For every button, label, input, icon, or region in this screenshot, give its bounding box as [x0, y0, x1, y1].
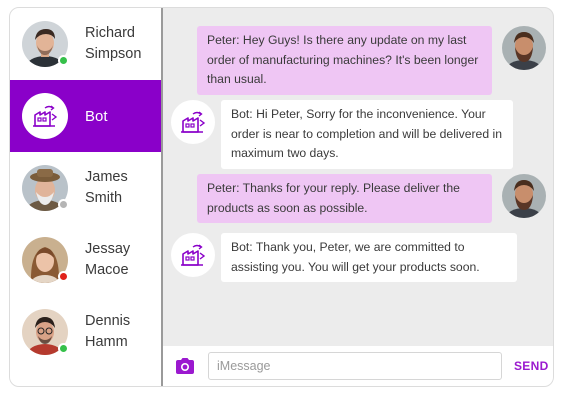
chat-panel: Peter: Hey Guys! Is there any update on …: [163, 8, 553, 386]
avatar-wrap: [22, 165, 69, 211]
message-bubble: Bot: Thank you, Peter, we are committed …: [221, 233, 517, 282]
send-button[interactable]: SEND: [514, 359, 549, 373]
avatar-wrap: [22, 309, 69, 355]
contact-richard-simpson[interactable]: Richard Simpson: [10, 8, 161, 80]
message-bubble: Peter: Hey Guys! Is there any update on …: [197, 26, 492, 95]
factory-bot-icon: [22, 93, 68, 139]
peter-avatar: [502, 26, 546, 70]
status-online-dot: [58, 55, 69, 66]
contact-name: Jessay Macoe: [85, 241, 131, 278]
avatar-wrap: [22, 21, 69, 67]
contact-bot[interactable]: Bot: [10, 80, 161, 152]
contact-name: Bot: [85, 107, 108, 125]
factory-bot-icon: [171, 100, 215, 144]
composer-bar: SEND: [163, 346, 553, 386]
camera-icon[interactable]: [173, 354, 197, 378]
status-online-dot: [58, 343, 69, 354]
message-user: Peter: Thanks for your reply. Please del…: [197, 174, 546, 223]
contact-dennis-hamm[interactable]: Dennis Hamm: [10, 296, 161, 368]
message-bot: Bot: Hi Peter, Sorry for the inconvenien…: [171, 100, 513, 169]
message-bubble: Bot: Hi Peter, Sorry for the inconvenien…: [221, 100, 513, 169]
contact-name: Richard Simpson: [85, 25, 142, 62]
status-busy-dot: [58, 271, 69, 282]
status-offline-dot: [58, 199, 69, 210]
chat-app: Richard Simpson Bot James Smith Jessay M…: [9, 7, 554, 387]
message-bot: Bot: Thank you, Peter, we are committed …: [171, 233, 517, 282]
contact-name: James Smith: [85, 169, 128, 206]
peter-avatar: [502, 174, 546, 218]
contact-jessay-macoe[interactable]: Jessay Macoe: [10, 224, 161, 296]
message-list: Peter: Hey Guys! Is there any update on …: [163, 8, 553, 346]
message-bubble: Peter: Thanks for your reply. Please del…: [197, 174, 492, 223]
message-user: Peter: Hey Guys! Is there any update on …: [197, 26, 546, 95]
contact-list: Richard Simpson Bot James Smith Jessay M…: [10, 8, 163, 386]
avatar-wrap: [22, 237, 69, 283]
contact-name: Dennis Hamm: [85, 313, 131, 350]
factory-bot-icon: [171, 233, 215, 277]
contact-james-smith[interactable]: James Smith: [10, 152, 161, 224]
message-input[interactable]: [208, 352, 502, 380]
